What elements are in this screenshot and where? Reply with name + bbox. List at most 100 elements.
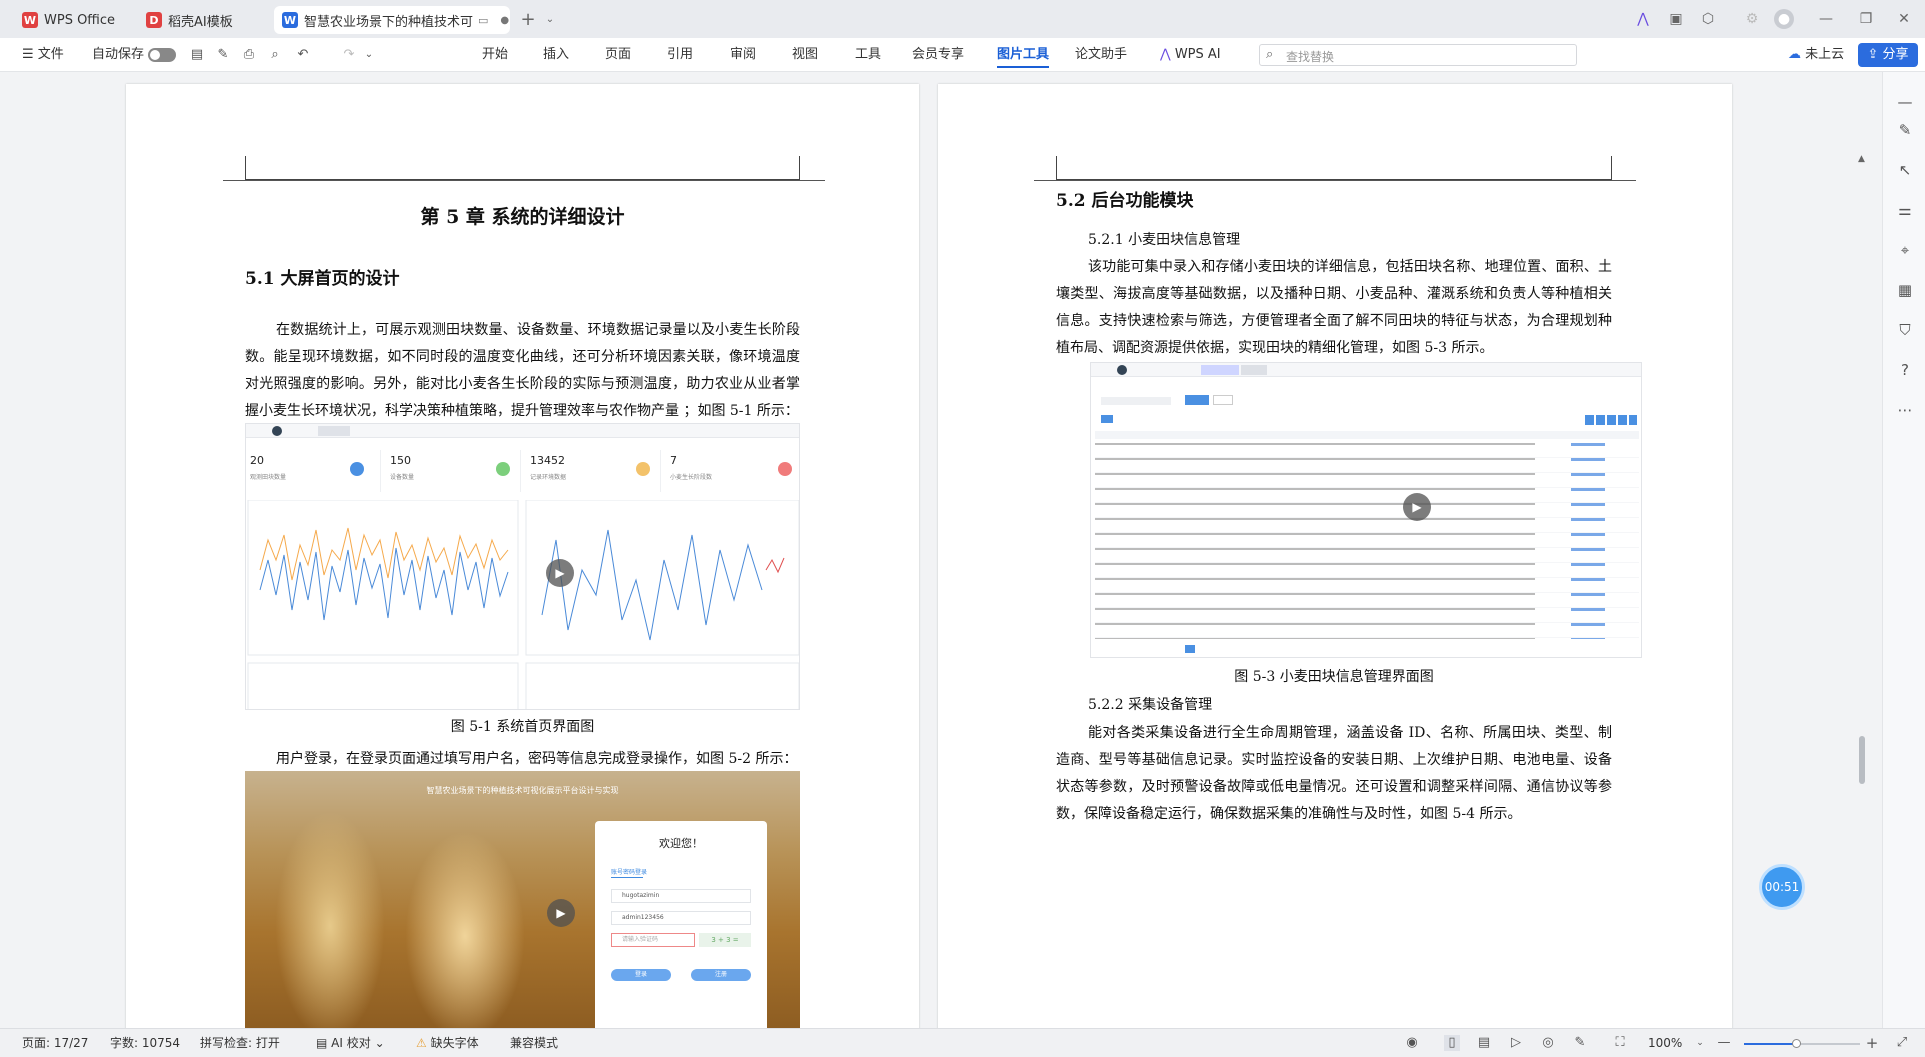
menu-paper-assistant[interactable]: 论文助手 [1075,38,1127,72]
fullscreen-icon[interactable]: ⤢ [1894,1035,1910,1051]
stat-icon [636,462,650,476]
menu-member[interactable]: 会员专享 [912,38,964,72]
format-painter-icon[interactable]: ✎ [214,46,232,64]
toolbar-icons[interactable] [1585,415,1637,425]
captcha-field[interactable]: 请输入验证码 [611,933,695,947]
menu-view[interactable]: 视图 [792,38,818,72]
tab-wps-office[interactable]: W WPS Office [14,6,134,34]
field-management-screenshot[interactable]: ▶ [1090,362,1642,658]
tab-current-document[interactable]: W 智慧农业场景下的种植技术可 ▭ ● [274,6,510,34]
print-preview-icon[interactable]: ⌕ [266,46,284,64]
zoom-in-icon[interactable]: + [1864,1035,1880,1051]
filter-input[interactable] [1101,397,1171,405]
menu-insert[interactable]: 插入 [543,38,569,72]
body-paragraph: 该功能可集中录入和存储小麦田块的详细信息，包括田块名称、地理位置、面积、土壤类型… [1056,259,1612,356]
menu-wps-ai[interactable]: ⋀ WPS AI [1160,38,1221,72]
close-icon[interactable]: ✕ [1894,9,1914,29]
missing-font-button[interactable]: ⚠ 缺失字体 [416,1029,479,1057]
reset-button[interactable] [1213,395,1233,405]
tab-docer-template[interactable]: D 稻壳AI模板 [138,6,268,34]
new-tab-icon[interactable]: + [518,9,538,30]
zoom-out-icon[interactable]: — [1716,1035,1732,1051]
word-count[interactable]: 字数: 10754 [110,1029,180,1057]
cube-icon[interactable]: ⬡ [1698,9,1718,29]
menu-tools[interactable]: 工具 [855,38,881,72]
search-button[interactable] [1185,395,1209,405]
table-action-links[interactable] [1571,443,1605,639]
file-menu-button[interactable]: ☰ 文件 [22,38,64,72]
recording-timer-button[interactable]: 00:51 [1759,864,1805,910]
undo-icon[interactable]: ↶ [294,46,312,64]
search-input[interactable]: ⌕ 查找替换 [1259,44,1577,66]
right-sidebar: — ✎ ↖ ⚌ ⌖ ▦ ⛉ ? ⋯ [1882,72,1925,1028]
figure-caption: 图 5-3 小麦田块信息管理界面图 [1234,669,1434,685]
more-icon[interactable]: ⋯ [1895,400,1915,420]
globe-icon[interactable]: ◎ [1540,1035,1556,1051]
admin-nav-bar [1091,363,1641,377]
file-menu-label: 文件 [37,47,64,62]
login-tab[interactable]: 账号密码登录 [611,867,647,876]
shirt-icon[interactable]: ⛉ [1895,320,1915,340]
login-screenshot[interactable]: 智慧农业场景下的种植技术可视化展示平台设计与实现 欢迎您！ 账号密码登录 hug… [245,771,800,1028]
redo-icon[interactable]: ↷ [340,46,358,64]
eye-icon[interactable]: ◉ [1404,1035,1420,1051]
settings-gear-icon[interactable]: ⚙ [1742,9,1762,29]
minimize-icon[interactable]: — [1816,9,1836,29]
menu-references[interactable]: 引用 [667,38,693,72]
zoom-slider-thumb[interactable] [1792,1039,1801,1048]
save-icon[interactable]: ▤ [188,46,206,64]
magic-select-icon[interactable]: ⌖ [1895,240,1915,260]
wps-ai-icon[interactable]: ⋀ [1633,9,1653,29]
scroll-up-icon[interactable]: ▲ [1858,154,1865,164]
play-icon[interactable]: ▷ [1508,1035,1524,1051]
spell-check-toggle[interactable]: 拼写检查: 打开 [200,1029,280,1057]
body-paragraph: 用户登录，在登录页面通过填写用户名，密码等信息完成登录操作，如图 5-2 所示： [276,751,798,767]
menu-review[interactable]: 审阅 [730,38,756,72]
avatar-icon[interactable]: ● [1774,9,1794,29]
dashboard-screenshot[interactable]: 20 观测田块数量 150 设备数量 13452 记录环境数据 7 小麦生长阶段… [245,423,800,710]
image-edit-icon[interactable]: ▦ [1895,280,1915,300]
chevron-down-icon[interactable]: ⌄ [540,9,560,29]
unsaved-dot-icon[interactable]: ● [500,15,509,26]
page-view-icon[interactable]: ▯ [1444,1035,1460,1051]
fit-page-icon[interactable]: ⛶ [1612,1035,1628,1051]
password-field[interactable]: admin123456 [611,911,751,925]
play-video-icon[interactable]: ▶ [1403,493,1431,521]
stat-card: 20 观测田块数量 [246,450,381,492]
cursor-icon[interactable]: ↖ [1895,160,1915,180]
zoom-slider[interactable] [1744,1039,1860,1048]
pen-icon[interactable]: ✎ [1895,120,1915,140]
scrollbar-thumb[interactable] [1859,736,1865,784]
login-banner-title: 智慧农业场景下的种植技术可视化展示平台设计与实现 [426,786,619,795]
stat-card: 7 小麦生长阶段数 [666,450,799,492]
vertical-scrollbar[interactable]: ▲ ▼ [1856,154,1868,1028]
page-indicator[interactable]: 页面: 17/27 [22,1029,88,1057]
ai-proofread-button[interactable]: ▤ AI 校对 ⌄ [316,1029,385,1057]
share-button[interactable]: ⇪ 分享 [1858,43,1918,67]
cloud-status[interactable]: ☁ 未上云 [1788,38,1844,72]
window-tile-icon[interactable]: ▣ [1666,9,1686,29]
adjust-icon[interactable]: ⚌ [1895,200,1915,220]
pagination[interactable] [1185,645,1195,653]
print-icon[interactable]: ⎙ [240,46,258,64]
draw-icon[interactable]: ✎ [1572,1035,1588,1051]
add-button[interactable] [1101,415,1113,423]
help-icon[interactable]: ? [1895,360,1915,380]
play-video-icon[interactable]: ▶ [547,899,575,927]
username-field[interactable]: hugotazimin [611,889,751,903]
wheat-decoration [405,831,525,1028]
autosave-toggle[interactable] [148,48,176,62]
collapse-icon[interactable]: — [1895,92,1915,112]
menu-home[interactable]: 开始 [482,38,508,72]
register-button[interactable]: 注册 [691,969,751,981]
restore-icon[interactable]: ❐ [1856,9,1876,29]
web-layout-icon[interactable]: ▤ [1476,1035,1492,1051]
zoom-chevron-icon[interactable]: ⌄ [1692,1035,1708,1051]
menu-picture-tools[interactable]: 图片工具 [997,38,1050,72]
menu-page[interactable]: 页面 [605,38,631,72]
captcha-image[interactable]: 3 + 3 = [699,933,751,947]
play-video-icon[interactable]: ▶ [546,559,574,587]
login-button[interactable]: 登录 [611,969,671,981]
zoom-level[interactable]: 100% [1648,1029,1682,1057]
more-chevron-icon[interactable]: ⌄ [360,46,378,64]
